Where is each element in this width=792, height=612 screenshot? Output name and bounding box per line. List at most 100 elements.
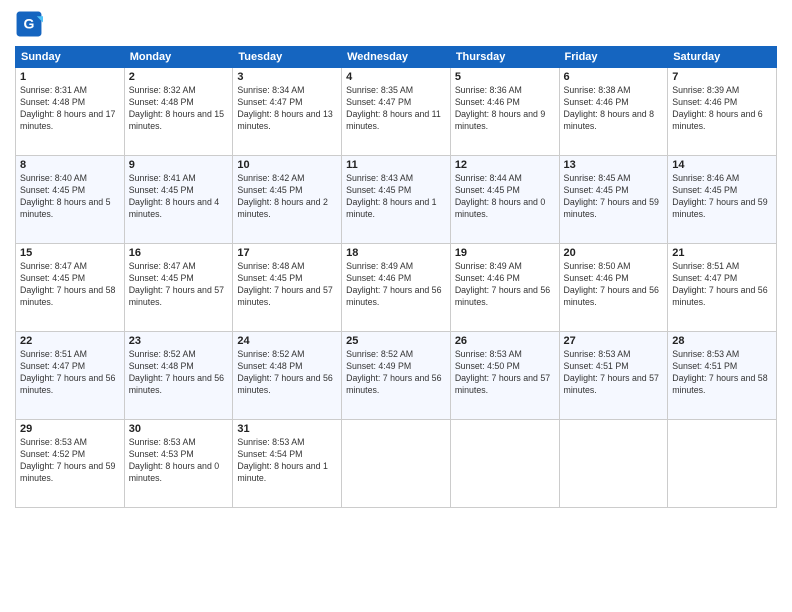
- day-info: Sunrise: 8:51 AM Sunset: 4:47 PM Dayligh…: [20, 349, 120, 397]
- day-cell: 23 Sunrise: 8:52 AM Sunset: 4:48 PM Dayl…: [124, 332, 233, 420]
- day-cell: 10 Sunrise: 8:42 AM Sunset: 4:45 PM Dayl…: [233, 156, 342, 244]
- day-cell: 26 Sunrise: 8:53 AM Sunset: 4:50 PM Dayl…: [450, 332, 559, 420]
- week-row-1: 1 Sunrise: 8:31 AM Sunset: 4:48 PM Dayli…: [16, 68, 777, 156]
- day-info: Sunrise: 8:49 AM Sunset: 4:46 PM Dayligh…: [346, 261, 446, 309]
- day-number: 28: [672, 335, 772, 347]
- day-cell: 7 Sunrise: 8:39 AM Sunset: 4:46 PM Dayli…: [668, 68, 777, 156]
- day-cell: [559, 420, 668, 508]
- day-number: 17: [237, 247, 337, 259]
- col-header-sunday: Sunday: [16, 47, 125, 68]
- day-number: 16: [129, 247, 229, 259]
- day-cell: 12 Sunrise: 8:44 AM Sunset: 4:45 PM Dayl…: [450, 156, 559, 244]
- day-info: Sunrise: 8:34 AM Sunset: 4:47 PM Dayligh…: [237, 85, 337, 133]
- logo-icon: G: [15, 10, 43, 38]
- day-cell: [450, 420, 559, 508]
- day-cell: 30 Sunrise: 8:53 AM Sunset: 4:53 PM Dayl…: [124, 420, 233, 508]
- day-info: Sunrise: 8:40 AM Sunset: 4:45 PM Dayligh…: [20, 173, 120, 221]
- day-number: 1: [20, 71, 120, 83]
- day-info: Sunrise: 8:53 AM Sunset: 4:51 PM Dayligh…: [672, 349, 772, 397]
- day-cell: 11 Sunrise: 8:43 AM Sunset: 4:45 PM Dayl…: [342, 156, 451, 244]
- day-cell: 27 Sunrise: 8:53 AM Sunset: 4:51 PM Dayl…: [559, 332, 668, 420]
- day-cell: 19 Sunrise: 8:49 AM Sunset: 4:46 PM Dayl…: [450, 244, 559, 332]
- day-info: Sunrise: 8:32 AM Sunset: 4:48 PM Dayligh…: [129, 85, 229, 133]
- day-cell: 24 Sunrise: 8:52 AM Sunset: 4:48 PM Dayl…: [233, 332, 342, 420]
- day-cell: 8 Sunrise: 8:40 AM Sunset: 4:45 PM Dayli…: [16, 156, 125, 244]
- day-number: 11: [346, 159, 446, 171]
- col-header-wednesday: Wednesday: [342, 47, 451, 68]
- day-info: Sunrise: 8:31 AM Sunset: 4:48 PM Dayligh…: [20, 85, 120, 133]
- day-number: 26: [455, 335, 555, 347]
- day-number: 29: [20, 423, 120, 435]
- day-info: Sunrise: 8:53 AM Sunset: 4:52 PM Dayligh…: [20, 437, 120, 485]
- day-info: Sunrise: 8:47 AM Sunset: 4:45 PM Dayligh…: [129, 261, 229, 309]
- day-cell: 29 Sunrise: 8:53 AM Sunset: 4:52 PM Dayl…: [16, 420, 125, 508]
- day-cell: 21 Sunrise: 8:51 AM Sunset: 4:47 PM Dayl…: [668, 244, 777, 332]
- day-info: Sunrise: 8:42 AM Sunset: 4:45 PM Dayligh…: [237, 173, 337, 221]
- col-header-thursday: Thursday: [450, 47, 559, 68]
- day-number: 10: [237, 159, 337, 171]
- day-cell: 22 Sunrise: 8:51 AM Sunset: 4:47 PM Dayl…: [16, 332, 125, 420]
- day-number: 15: [20, 247, 120, 259]
- day-info: Sunrise: 8:53 AM Sunset: 4:53 PM Dayligh…: [129, 437, 229, 485]
- day-info: Sunrise: 8:36 AM Sunset: 4:46 PM Dayligh…: [455, 85, 555, 133]
- day-number: 27: [564, 335, 664, 347]
- day-info: Sunrise: 8:50 AM Sunset: 4:46 PM Dayligh…: [564, 261, 664, 309]
- day-number: 13: [564, 159, 664, 171]
- day-info: Sunrise: 8:46 AM Sunset: 4:45 PM Dayligh…: [672, 173, 772, 221]
- day-info: Sunrise: 8:41 AM Sunset: 4:45 PM Dayligh…: [129, 173, 229, 221]
- day-number: 21: [672, 247, 772, 259]
- day-cell: 2 Sunrise: 8:32 AM Sunset: 4:48 PM Dayli…: [124, 68, 233, 156]
- day-number: 19: [455, 247, 555, 259]
- day-cell: 3 Sunrise: 8:34 AM Sunset: 4:47 PM Dayli…: [233, 68, 342, 156]
- day-cell: 17 Sunrise: 8:48 AM Sunset: 4:45 PM Dayl…: [233, 244, 342, 332]
- day-cell: 6 Sunrise: 8:38 AM Sunset: 4:46 PM Dayli…: [559, 68, 668, 156]
- day-cell: 20 Sunrise: 8:50 AM Sunset: 4:46 PM Dayl…: [559, 244, 668, 332]
- day-info: Sunrise: 8:52 AM Sunset: 4:48 PM Dayligh…: [129, 349, 229, 397]
- logo: G: [15, 10, 47, 38]
- day-cell: 18 Sunrise: 8:49 AM Sunset: 4:46 PM Dayl…: [342, 244, 451, 332]
- day-number: 8: [20, 159, 120, 171]
- header: G: [15, 10, 777, 38]
- day-cell: 9 Sunrise: 8:41 AM Sunset: 4:45 PM Dayli…: [124, 156, 233, 244]
- col-header-friday: Friday: [559, 47, 668, 68]
- day-info: Sunrise: 8:52 AM Sunset: 4:48 PM Dayligh…: [237, 349, 337, 397]
- day-cell: 14 Sunrise: 8:46 AM Sunset: 4:45 PM Dayl…: [668, 156, 777, 244]
- day-number: 31: [237, 423, 337, 435]
- day-info: Sunrise: 8:39 AM Sunset: 4:46 PM Dayligh…: [672, 85, 772, 133]
- day-number: 4: [346, 71, 446, 83]
- day-number: 25: [346, 335, 446, 347]
- day-info: Sunrise: 8:35 AM Sunset: 4:47 PM Dayligh…: [346, 85, 446, 133]
- day-number: 5: [455, 71, 555, 83]
- week-row-4: 22 Sunrise: 8:51 AM Sunset: 4:47 PM Dayl…: [16, 332, 777, 420]
- week-row-3: 15 Sunrise: 8:47 AM Sunset: 4:45 PM Dayl…: [16, 244, 777, 332]
- day-number: 2: [129, 71, 229, 83]
- day-info: Sunrise: 8:53 AM Sunset: 4:51 PM Dayligh…: [564, 349, 664, 397]
- day-info: Sunrise: 8:45 AM Sunset: 4:45 PM Dayligh…: [564, 173, 664, 221]
- day-cell: 16 Sunrise: 8:47 AM Sunset: 4:45 PM Dayl…: [124, 244, 233, 332]
- day-number: 12: [455, 159, 555, 171]
- col-header-monday: Monday: [124, 47, 233, 68]
- day-cell: 31 Sunrise: 8:53 AM Sunset: 4:54 PM Dayl…: [233, 420, 342, 508]
- day-info: Sunrise: 8:43 AM Sunset: 4:45 PM Dayligh…: [346, 173, 446, 221]
- day-info: Sunrise: 8:47 AM Sunset: 4:45 PM Dayligh…: [20, 261, 120, 309]
- col-header-saturday: Saturday: [668, 47, 777, 68]
- week-row-5: 29 Sunrise: 8:53 AM Sunset: 4:52 PM Dayl…: [16, 420, 777, 508]
- day-info: Sunrise: 8:44 AM Sunset: 4:45 PM Dayligh…: [455, 173, 555, 221]
- calendar-page: G SundayMondayTuesdayWednesdayThursdayFr…: [0, 0, 792, 612]
- calendar-table: SundayMondayTuesdayWednesdayThursdayFrid…: [15, 46, 777, 508]
- day-cell: [668, 420, 777, 508]
- day-cell: 5 Sunrise: 8:36 AM Sunset: 4:46 PM Dayli…: [450, 68, 559, 156]
- svg-text:G: G: [24, 16, 35, 32]
- day-cell: 1 Sunrise: 8:31 AM Sunset: 4:48 PM Dayli…: [16, 68, 125, 156]
- day-number: 30: [129, 423, 229, 435]
- day-number: 3: [237, 71, 337, 83]
- week-row-2: 8 Sunrise: 8:40 AM Sunset: 4:45 PM Dayli…: [16, 156, 777, 244]
- day-info: Sunrise: 8:51 AM Sunset: 4:47 PM Dayligh…: [672, 261, 772, 309]
- day-info: Sunrise: 8:52 AM Sunset: 4:49 PM Dayligh…: [346, 349, 446, 397]
- day-cell: 13 Sunrise: 8:45 AM Sunset: 4:45 PM Dayl…: [559, 156, 668, 244]
- day-cell: 15 Sunrise: 8:47 AM Sunset: 4:45 PM Dayl…: [16, 244, 125, 332]
- day-number: 22: [20, 335, 120, 347]
- day-number: 9: [129, 159, 229, 171]
- day-number: 6: [564, 71, 664, 83]
- day-info: Sunrise: 8:53 AM Sunset: 4:50 PM Dayligh…: [455, 349, 555, 397]
